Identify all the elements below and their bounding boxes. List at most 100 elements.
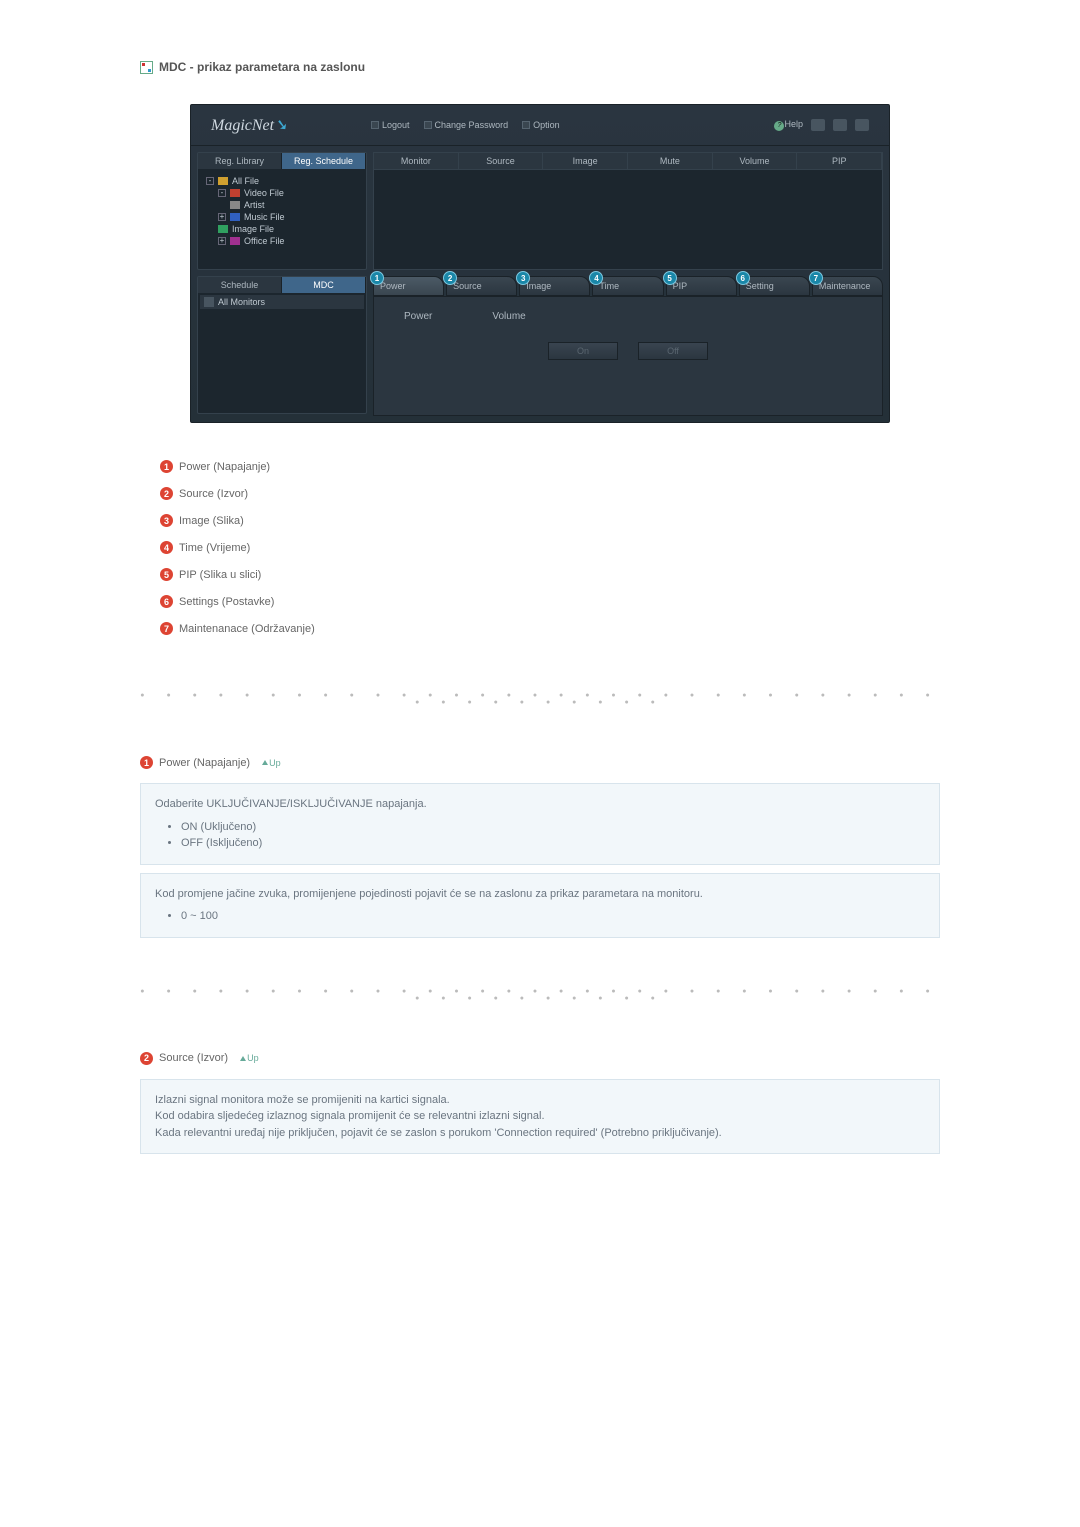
on-button[interactable]: On [548, 342, 618, 360]
image-folder-icon [218, 225, 228, 233]
header-right: ?Help [774, 119, 869, 131]
section-title: Source (Izvor) [159, 1052, 228, 1064]
change-password-link[interactable]: Change Password [424, 120, 509, 130]
info-box-source: Izlazni signal monitora može se promijen… [140, 1079, 940, 1155]
folder-icon [230, 201, 240, 209]
info-line: Kada relevantni uređaj nije priključen, … [155, 1125, 925, 1142]
tree-office[interactable]: +Office File [206, 235, 358, 247]
badge-7: 7 [809, 271, 823, 285]
red-badge-6: 6 [160, 595, 173, 608]
badge-6: 6 [736, 271, 750, 285]
up-arrow-icon [240, 1056, 246, 1061]
legend-item: 2Source (Izvor) [160, 480, 940, 507]
tab-reg-schedule[interactable]: Reg. Schedule [282, 153, 366, 169]
tree-image[interactable]: Image File [206, 223, 358, 235]
info-line: Izlazni signal monitora može se promijen… [155, 1092, 925, 1109]
legend-list: 1Power (Napajanje) 2Source (Izvor) 3Imag… [160, 453, 940, 642]
schedule-panel: Schedule MDC All Monitors [197, 276, 367, 414]
app-logo: MagicNet➘ [211, 115, 371, 135]
info-line: Kod odabira sljedećeg izlaznog signala p… [155, 1108, 925, 1125]
close-icon[interactable] [855, 119, 869, 131]
tab-mdc[interactable]: MDC [282, 277, 366, 293]
monitor-grid-body [373, 170, 883, 270]
tab-reg-library[interactable]: Reg. Library [198, 153, 282, 169]
tab-pip[interactable]: 5PIP [666, 276, 737, 296]
off-button[interactable]: Off [638, 342, 708, 360]
tab-setting[interactable]: 6Setting [739, 276, 810, 296]
control-tabs: 1Power 2Source 3Image 4Time 5PIP 6Settin… [373, 276, 883, 296]
tree-artist[interactable]: Artist [206, 199, 358, 211]
label-volume: Volume [492, 311, 525, 322]
up-link[interactable]: Up [262, 758, 281, 768]
red-badge-4: 4 [160, 541, 173, 554]
tab-image[interactable]: 3Image [519, 276, 590, 296]
app-header: MagicNet➘ Logout Change Password Option … [191, 105, 889, 146]
legend-item: 6Settings (Postavke) [160, 588, 940, 615]
tree-video[interactable]: -Video File [206, 187, 358, 199]
col-image: Image [543, 153, 628, 169]
music-folder-icon [230, 213, 240, 221]
tree-root[interactable]: -All File [206, 175, 358, 187]
file-tree: -All File -Video File Artist +Music File… [198, 169, 366, 269]
red-badge-1: 1 [140, 756, 153, 769]
checkbox-icon[interactable] [204, 297, 214, 307]
logout-link[interactable]: Logout [371, 120, 410, 130]
header-links: Logout Change Password Option [371, 120, 774, 130]
info-box-power-1: Odaberite UKLJUČIVANJE/ISKLJUČIVANJE nap… [140, 783, 940, 865]
list-item: 0 ~ 100 [181, 908, 925, 925]
red-badge-2: 2 [140, 1052, 153, 1065]
magicnet-window: MagicNet➘ Logout Change Password Option … [190, 104, 890, 423]
col-source: Source [459, 153, 544, 169]
tab-schedule[interactable]: Schedule [198, 277, 282, 293]
up-link[interactable]: Up [240, 1053, 259, 1063]
info-text: Odaberite UKLJUČIVANJE/ISKLJUČIVANJE nap… [155, 796, 925, 813]
office-folder-icon [230, 237, 240, 245]
divider: ● ● ● ● ● ● ● ● ● ● ● ● ● ● ● ● ● ● ● ● … [140, 988, 940, 1002]
legend-item: 4Time (Vrijeme) [160, 534, 940, 561]
legend-item: 7Maintenanace (Održavanje) [160, 615, 940, 642]
badge-1: 1 [370, 271, 384, 285]
col-volume: Volume [713, 153, 798, 169]
help-icon: ? [774, 121, 784, 131]
collapse-icon[interactable]: - [218, 189, 226, 197]
page-title: MDC - prikaz parametara na zaslonu [140, 60, 940, 74]
legend-item: 1Power (Napajanje) [160, 453, 940, 480]
tab-time[interactable]: 4Time [592, 276, 663, 296]
legend-item: 5PIP (Slika u slici) [160, 561, 940, 588]
expand-icon[interactable]: + [218, 237, 226, 245]
tab-maintenance[interactable]: 7Maintenance [812, 276, 883, 296]
list-item: ON (Uključeno) [181, 819, 925, 836]
option-link[interactable]: Option [522, 120, 560, 130]
up-arrow-icon [262, 760, 268, 765]
folder-icon [218, 177, 228, 185]
red-badge-1: 1 [160, 460, 173, 473]
expand-icon[interactable]: + [218, 213, 226, 221]
divider: ● ● ● ● ● ● ● ● ● ● ● ● ● ● ● ● ● ● ● ● … [140, 692, 940, 706]
red-badge-3: 3 [160, 514, 173, 527]
tab-power[interactable]: 1Power [373, 276, 444, 296]
app-title-icon [140, 61, 153, 74]
logo-swoosh-icon: ➘ [274, 117, 287, 134]
section-title: Power (Napajanje) [159, 757, 250, 769]
red-badge-5: 5 [160, 568, 173, 581]
page-title-text: MDC - prikaz parametara na zaslonu [159, 60, 365, 74]
col-mute: Mute [628, 153, 713, 169]
monitor-grid-header: Monitor Source Image Mute Volume PIP [373, 152, 883, 170]
collapse-icon[interactable]: - [206, 177, 214, 185]
minimize-icon[interactable] [811, 119, 825, 131]
list-item: OFF (Isključeno) [181, 835, 925, 852]
help-link[interactable]: ?Help [774, 119, 803, 131]
red-badge-2: 2 [160, 487, 173, 500]
logout-icon [371, 121, 379, 129]
control-panel: Power Volume On Off [373, 296, 883, 416]
info-box-power-2: Kod promjene jačine zvuka, promijenjene … [140, 873, 940, 938]
video-folder-icon [230, 189, 240, 197]
col-pip: PIP [797, 153, 882, 169]
section-head-source: 2 Source (Izvor) Up [140, 1052, 940, 1065]
maximize-icon[interactable] [833, 119, 847, 131]
tab-source[interactable]: 2Source [446, 276, 517, 296]
tree-music[interactable]: +Music File [206, 211, 358, 223]
all-monitors-row[interactable]: All Monitors [200, 295, 364, 309]
badge-5: 5 [663, 271, 677, 285]
library-panel: Reg. Library Reg. Schedule -All File -Vi… [197, 152, 367, 270]
